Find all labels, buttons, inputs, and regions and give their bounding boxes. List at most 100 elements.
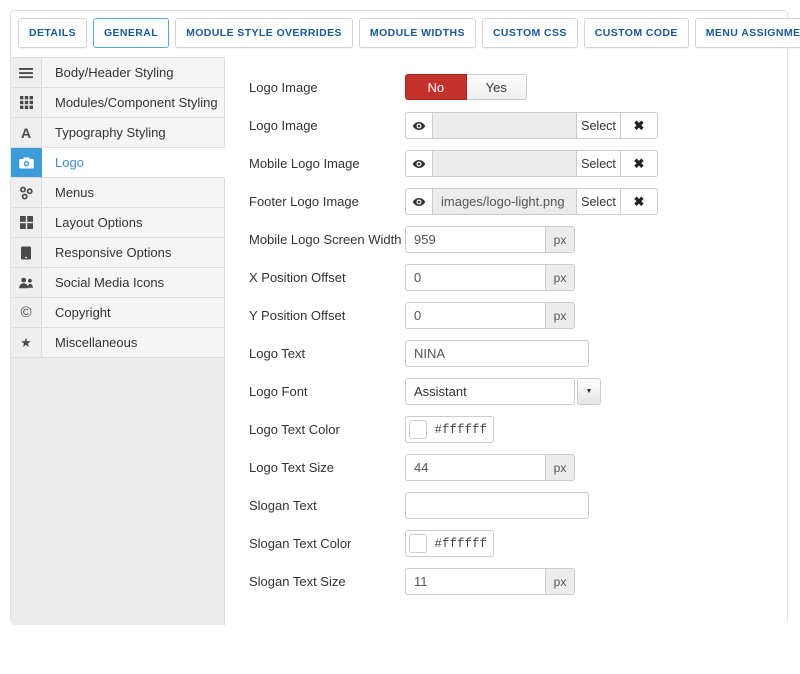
sidebar-item-typography-styling[interactable]: A Typography Styling [11,118,225,148]
tab-module-widths[interactable]: MODULE WIDTHS [359,18,476,48]
x-position-offset-input[interactable] [405,264,546,291]
sidebar-item-social-media-icons[interactable]: Social Media Icons [11,268,225,298]
field-label: Logo Image [249,74,405,95]
y-position-offset-input[interactable] [405,302,546,329]
rings-icon [11,178,42,208]
grid-icon [11,88,42,118]
select-button[interactable]: Select [577,112,621,139]
sidebar-item-miscellaneous[interactable]: ★ Miscellaneous [11,328,225,358]
logo-text-size-input[interactable] [405,454,546,481]
select-button[interactable]: Select [577,188,621,215]
toggle-no-button[interactable]: No [405,74,467,100]
field-label: Slogan Text Size [249,568,405,589]
sidebar-item-label: Miscellaneous [42,328,225,358]
slogan-text-color-input[interactable]: #ffffff [405,530,494,557]
unit-addon: px [546,454,575,481]
panel-body: Body/Header Styling Modules/Component St… [11,57,787,625]
clear-icon[interactable]: ✖ [621,112,658,139]
sidebar-item-label: Logo [42,148,225,178]
sidebar-item-logo[interactable]: Logo [11,148,225,178]
color-swatch [409,534,427,553]
logo-image-media-field: Select ✖ [405,112,658,139]
logo-text-color-input[interactable]: #ffffff [405,416,494,443]
tab-menu-assignment[interactable]: MENU ASSIGNMENT [695,18,800,48]
copyright-icon: © [11,298,42,328]
color-swatch [409,420,427,439]
form-row-slogan-text-size: Slogan Text Size px [249,568,787,595]
logo-text-size-field: px [405,454,575,481]
field-label: Logo Text Color [249,416,405,437]
logo-font-select[interactable]: Assistant ▼ [405,378,601,405]
star-icon: ★ [11,328,42,358]
sidebar-nav: Body/Header Styling Modules/Component St… [11,57,225,625]
eye-icon[interactable] [405,188,433,215]
sidebar-item-copyright[interactable]: © Copyright [11,298,225,328]
unit-addon: px [546,302,575,329]
sidebar-item-body-header-styling[interactable]: Body/Header Styling [11,58,225,88]
footer-logo-image-path-input[interactable] [433,188,577,215]
tab-custom-code[interactable]: CUSTOM CODE [584,18,689,48]
form-row-y-position-offset: Y Position Offset px [249,302,787,329]
form-row-logo-text-color: Logo Text Color #ffffff [249,416,787,443]
color-hex-value: #ffffff [434,423,487,437]
tab-bar: DETAILS GENERAL MODULE STYLE OVERRIDES M… [11,11,787,57]
slogan-text-size-input[interactable] [405,568,546,595]
field-label: Logo Image [249,112,405,133]
unit-addon: px [546,264,575,291]
logo-settings-form: Logo Image No Yes Logo Image Select [225,57,787,625]
sidebar-item-responsive-options[interactable]: Responsive Options [11,238,225,268]
slogan-text-input[interactable] [405,492,589,519]
color-hex-value: #ffffff [434,537,487,551]
camera-icon [11,148,42,178]
sidebar-item-label: Layout Options [42,208,225,238]
form-row-logo-font: Logo Font Assistant ▼ [249,378,787,405]
sidebar-filler [11,358,225,625]
tab-general[interactable]: GENERAL [93,18,169,48]
mobile-logo-image-path-input[interactable] [433,150,577,177]
form-row-logo-text: Logo Text [249,340,787,367]
tablet-icon [11,238,42,268]
template-style-editor-page: DETAILS GENERAL MODULE STYLE OVERRIDES M… [0,0,800,674]
form-row-logo-image-toggle: Logo Image No Yes [249,74,787,101]
clear-icon[interactable]: ✖ [621,188,658,215]
tab-custom-css[interactable]: CUSTOM CSS [482,18,578,48]
sidebar-item-label: Responsive Options [42,238,225,268]
mobile-logo-screen-width-input[interactable] [405,226,546,253]
field-label: X Position Offset [249,264,405,285]
field-label: Mobile Logo Screen Width [249,226,405,247]
field-label: Mobile Logo Image [249,150,405,171]
sidebar-item-label: Typography Styling [42,118,225,148]
tab-module-style-overrides[interactable]: MODULE STYLE OVERRIDES [175,18,353,48]
chevron-down-icon[interactable]: ▼ [577,378,601,405]
sidebar-item-label: Body/Header Styling [42,58,225,88]
sidebar-item-modules-component-styling[interactable]: Modules/Component Styling [11,88,225,118]
logo-text-input[interactable] [405,340,589,367]
logo-font-selected-value: Assistant [405,378,575,405]
form-row-slogan-text-color: Slogan Text Color #ffffff [249,530,787,557]
tab-details[interactable]: DETAILS [18,18,87,48]
bars-icon [11,58,42,88]
form-row-logo-text-size: Logo Text Size px [249,454,787,481]
sidebar-item-layout-options[interactable]: Layout Options [11,208,225,238]
form-row-logo-image: Logo Image Select ✖ [249,112,787,139]
eye-icon[interactable] [405,150,433,177]
layout-grid-icon [11,208,42,238]
sidebar-item-label: Copyright [42,298,225,328]
font-icon: A [11,118,42,148]
clear-icon[interactable]: ✖ [621,150,658,177]
sidebar-item-label: Menus [42,178,225,208]
logo-image-toggle: No Yes [405,74,527,100]
select-button[interactable]: Select [577,150,621,177]
form-row-mobile-logo-screen-width: Mobile Logo Screen Width px [249,226,787,253]
field-label: Y Position Offset [249,302,405,323]
form-row-mobile-logo-image: Mobile Logo Image Select ✖ [249,150,787,177]
eye-icon[interactable] [405,112,433,139]
logo-image-path-input[interactable] [433,112,577,139]
mobile-logo-image-media-field: Select ✖ [405,150,658,177]
field-label: Slogan Text Color [249,530,405,551]
footer-logo-image-media-field: Select ✖ [405,188,658,215]
toggle-yes-button[interactable]: Yes [467,74,528,100]
sidebar-item-label: Modules/Component Styling [42,88,225,118]
users-icon [11,268,42,298]
sidebar-item-menus[interactable]: Menus [11,178,225,208]
